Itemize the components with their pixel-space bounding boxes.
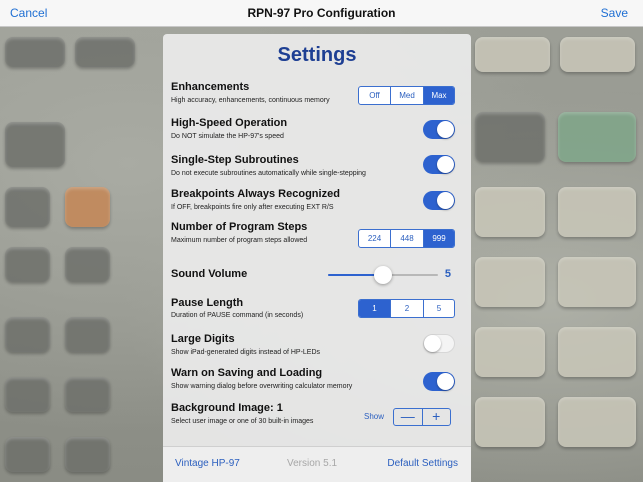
pause-length-row: Pause Length Duration of PAUSE command (…	[171, 297, 463, 320]
single-step-description: Do not execute subroutines automatically…	[171, 170, 366, 177]
background-key	[5, 37, 65, 67]
pause-length-option-2[interactable]: 2	[390, 300, 423, 317]
enhancements-option-off[interactable]: Off	[359, 87, 390, 104]
breakpoints-label: Breakpoints Always Recognized	[171, 188, 340, 200]
background-key	[65, 317, 110, 352]
program-steps-option-224[interactable]: 224	[359, 230, 390, 247]
background-key	[475, 397, 545, 447]
program-steps-option-999[interactable]: 999	[423, 230, 454, 247]
background-key	[558, 257, 636, 307]
pause-length-segmented-control: 1 2 5	[358, 299, 455, 318]
toggle-knob	[424, 335, 441, 352]
increment-button[interactable]: +	[423, 409, 451, 425]
pause-length-option-5[interactable]: 5	[423, 300, 454, 317]
large-digits-toggle[interactable]	[423, 334, 455, 353]
background-key	[75, 37, 135, 67]
toggle-knob	[437, 121, 454, 138]
settings-panel: Settings Enhancements High accuracy, enh…	[163, 34, 471, 482]
background-key	[65, 377, 110, 412]
toggle-knob	[437, 373, 454, 390]
background-key	[5, 317, 50, 352]
vintage-hp97-button[interactable]: Vintage HP-97	[175, 458, 240, 469]
settings-title: Settings	[277, 44, 357, 66]
program-steps-option-448[interactable]: 448	[390, 230, 423, 247]
background-key	[475, 257, 545, 307]
enhancements-option-max[interactable]: Max	[423, 87, 454, 104]
background-key	[475, 112, 545, 162]
high-speed-label: High-Speed Operation	[171, 117, 288, 129]
background-key	[558, 187, 636, 237]
background-key	[65, 247, 110, 282]
background-key	[560, 37, 635, 72]
decrement-button[interactable]: —	[394, 409, 423, 425]
background-key	[558, 397, 636, 447]
program-steps-segmented-control: 224 448 999	[358, 229, 455, 248]
high-speed-toggle[interactable]	[423, 120, 455, 139]
background-image-stepper: — +	[393, 408, 451, 426]
version-label: Version 5.1	[287, 458, 338, 469]
toggle-knob	[437, 192, 454, 209]
background-key	[558, 112, 636, 162]
sound-volume-value: 5	[444, 268, 451, 280]
breakpoints-toggle[interactable]	[423, 191, 455, 210]
pause-length-option-1[interactable]: 1	[359, 300, 390, 317]
background-image-row: Background Image: 1 Select user image or…	[171, 402, 463, 426]
large-digits-label: Large Digits	[171, 333, 235, 345]
warn-saving-row: Warn on Saving and Loading Show warning …	[171, 367, 463, 391]
single-step-label: Single-Step Subroutines	[171, 154, 299, 166]
large-digits-row: Large Digits Show iPad-generated digits …	[171, 333, 463, 357]
save-button[interactable]: Save	[601, 6, 628, 20]
enhancements-option-med[interactable]: Med	[390, 87, 423, 104]
high-speed-row: High-Speed Operation Do NOT simulate the…	[171, 117, 463, 141]
background-key	[5, 122, 65, 167]
background-key	[475, 187, 545, 237]
program-steps-row: Number of Program Steps Maximum number o…	[171, 221, 463, 248]
background-key	[5, 377, 50, 412]
high-speed-description: Do NOT simulate the HP-97's speed	[171, 133, 284, 140]
enhancements-segmented-control: Off Med Max	[358, 86, 455, 105]
warn-saving-description: Show warning dialog before overwriting c…	[171, 383, 353, 390]
background-key	[5, 437, 50, 472]
large-digits-description: Show iPad-generated digits instead of HP…	[171, 349, 321, 356]
warn-saving-toggle[interactable]	[423, 372, 455, 391]
breakpoints-row: Breakpoints Always Recognized If OFF, br…	[171, 188, 463, 212]
enhancements-row: Enhancements High accuracy, enhancements…	[171, 81, 463, 105]
sound-volume-row: Sound Volume 5	[171, 266, 463, 284]
background-key	[5, 187, 50, 227]
breakpoints-description: If OFF, breakpoints fire only after exec…	[171, 204, 334, 211]
show-background-button[interactable]: Show	[364, 412, 384, 421]
background-key	[65, 187, 110, 227]
toggle-knob	[437, 156, 454, 173]
warn-saving-label: Warn on Saving and Loading	[171, 367, 323, 379]
sound-volume-slider[interactable]	[328, 266, 438, 284]
single-step-row: Single-Step Subroutines Do not execute s…	[171, 154, 463, 178]
page-title: RPN-97 Pro Configuration	[247, 6, 396, 20]
default-settings-button[interactable]: Default Settings	[387, 458, 458, 469]
background-key	[65, 437, 110, 472]
navigation-bar: Cancel RPN-97 Pro Configuration Save	[0, 0, 643, 27]
background-key	[558, 327, 636, 377]
background-key	[475, 327, 545, 377]
panel-footer: Vintage HP-97 Version 5.1 Default Settin…	[163, 446, 471, 482]
background-key	[5, 247, 50, 282]
single-step-toggle[interactable]	[423, 155, 455, 174]
background-key	[475, 37, 550, 72]
slider-thumb[interactable]	[374, 266, 392, 284]
